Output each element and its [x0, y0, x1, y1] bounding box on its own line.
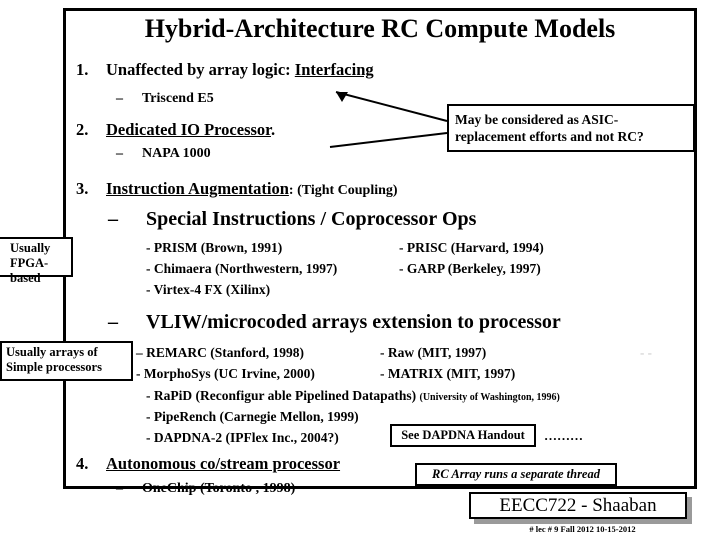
ref-rapid: - RaPiD (Reconfigur able Pipelined Datap…	[146, 388, 560, 404]
list-item-2-trailing: .	[270, 120, 276, 139]
rc-array-thread-note: RC Array runs a separate thread	[415, 463, 617, 486]
list-item-2: 2. Dedicated IO Processor.	[76, 120, 275, 140]
note-usually-fpga-based: Usually FPGA-based	[0, 237, 73, 285]
list-item-1: 1. Unaffected by array logic: Interfacing	[76, 60, 374, 80]
list-item-1-emphasis: Interfacing	[294, 60, 374, 79]
callout-asic-replacement: May be considered as ASIC- replacement e…	[447, 104, 695, 152]
ref-piperench: - PipeRench (Carnegie Mellon, 1999)	[146, 409, 359, 424]
list-item-2-emphasis: Dedicated IO Processor	[106, 120, 271, 139]
sub-item-dash: –	[116, 481, 123, 496]
list-number-4: 4.	[76, 454, 89, 473]
sub-item-napa: – NAPA 1000	[116, 146, 211, 162]
ref-garp: - GARP (Berkeley, 1997)	[399, 261, 541, 276]
course-banner: EECC722 - Shaaban	[469, 492, 687, 519]
sub-item-napa-label: NAPA 1000	[142, 146, 211, 161]
ref-rapid-main: - RaPiD (Reconfigur able Pipelined Datap…	[146, 388, 420, 403]
list-item-3: 3. Instruction Augmentation: (Tight Coupl…	[76, 179, 398, 199]
sub-item-onechip-label: OneChip (Toronto , 1998)	[142, 481, 296, 496]
list-number-2: 2.	[76, 120, 89, 139]
note-arrays-line2: Simple processors	[6, 360, 102, 374]
sub-item-triscend: – Triscend E5	[116, 91, 214, 107]
ref-virtex: - Virtex-4 FX (Xilinx)	[146, 282, 271, 297]
ref-raw: - Raw (MIT, 1997)	[380, 345, 487, 360]
see-dapdna-handout-note: See DAPDNA Handout	[390, 424, 536, 447]
list-item-3-trailing: : (Tight Coupling)	[288, 183, 398, 198]
note-fpga-line2: FPGA-based	[10, 256, 49, 285]
list-item-4: 4. Autonomous co/stream processor	[76, 454, 340, 474]
page-title: Hybrid-Architecture RC Compute Models	[144, 14, 616, 43]
footer-meta: # lec # 9 Fall 2012 10-15-2012	[529, 524, 636, 534]
heading-special-instructions: – Special Instructions / Coprocessor Ops	[108, 208, 476, 231]
note-fpga-line1: Usually	[10, 241, 51, 255]
ref-prisc: - PRISC (Harvard, 1994)	[399, 240, 544, 255]
ref-dapdna: - DAPDNA-2 (IPFlex Inc., 2004?)	[146, 430, 339, 445]
ref-chimaera: - Chimaera (Northwestern, 1997)	[146, 261, 338, 276]
heading-vliw: – VLIW/microcoded arrays extension to pro…	[108, 311, 561, 334]
heading-vliw-label: VLIW/microcoded arrays extension to proc…	[146, 311, 561, 333]
stray-dash-artifact: - -	[640, 345, 652, 360]
sub-item-triscend-label: Triscend E5	[142, 91, 214, 106]
heading-dash: –	[108, 208, 118, 230]
list-item-1-text: Unaffected by array logic:	[106, 60, 295, 79]
sub-item-dash: –	[116, 146, 123, 161]
heading-special-instructions-label: Special Instructions / Coprocessor Ops	[146, 208, 477, 230]
list-item-4-emphasis: Autonomous co/stream processor	[106, 454, 341, 473]
ref-matrix: - MATRIX (MIT, 1997)	[380, 366, 516, 381]
note-arrays-line1: Usually arrays of	[6, 345, 98, 359]
ref-remarc: – REMARC (Stanford, 1998)	[136, 345, 304, 360]
ref-rapid-affiliation: (University of Washington, 1996)	[419, 392, 560, 403]
heading-dash: –	[108, 311, 118, 333]
sub-item-dash: –	[116, 91, 123, 106]
ellipsis-marker: ………	[544, 428, 583, 443]
ref-morphosys: - MorphoSys (UC Irvine, 2000)	[136, 366, 315, 381]
ref-prism: - PRISM (Brown, 1991)	[146, 240, 283, 255]
callout-line1: May be considered as ASIC-	[455, 112, 619, 127]
callout-line2: replacement efforts and not RC?	[455, 129, 644, 144]
list-number-1: 1.	[76, 60, 89, 79]
sub-item-onechip: – OneChip (Toronto , 1998)	[116, 481, 295, 497]
list-number-3: 3.	[76, 179, 89, 198]
list-item-3-emphasis: Instruction Augmentation	[106, 179, 289, 198]
note-usually-arrays: Usually arrays of Simple processors	[0, 341, 133, 381]
slide-canvas: Hybrid-Architecture RC Compute Models 1.…	[0, 0, 720, 540]
